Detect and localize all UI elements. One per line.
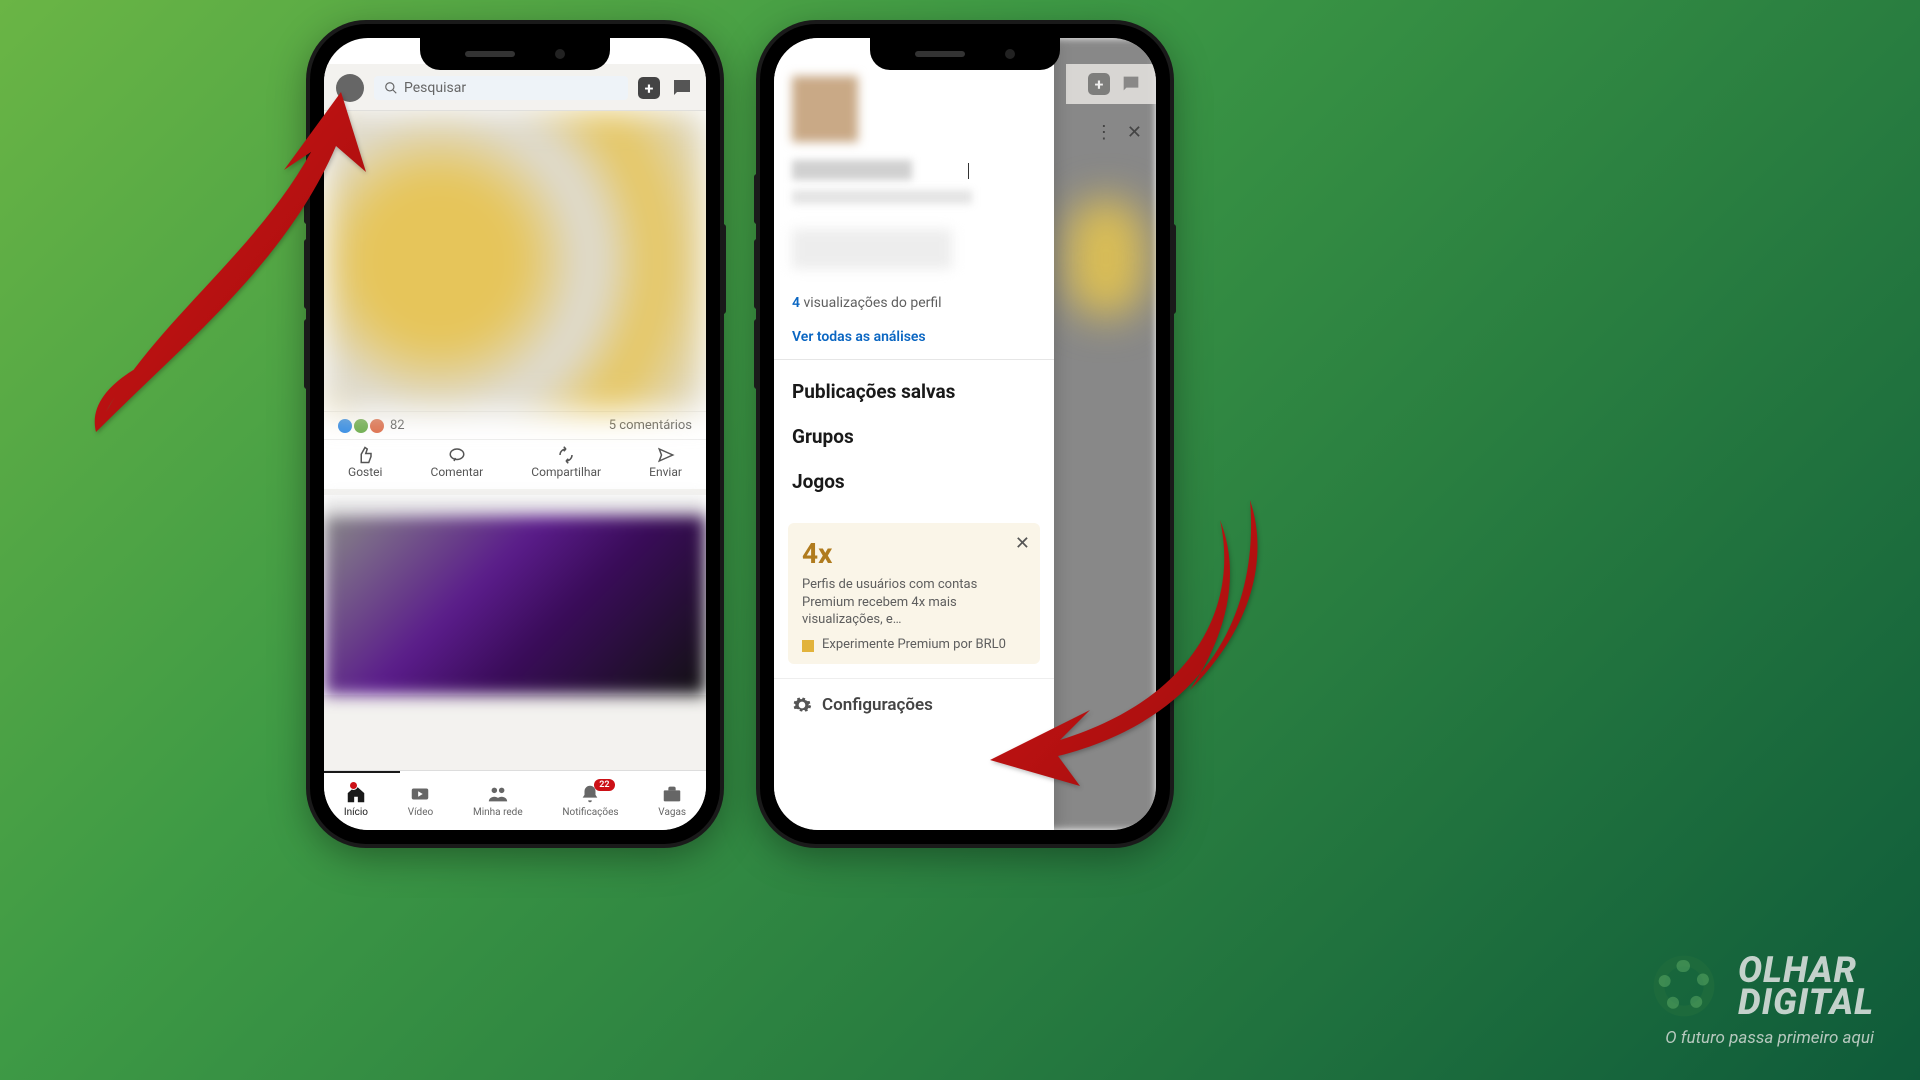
create-post-button-dimmed: +	[1088, 73, 1110, 95]
annotation-arrow-right	[940, 480, 1280, 804]
share-button[interactable]: Compartilhar	[531, 446, 601, 479]
premium-chip-icon	[802, 640, 814, 652]
logo-text-line2: DIGITAL	[1738, 986, 1874, 1018]
logo-ring-icon	[1646, 948, 1722, 1024]
profile-avatar-blurred	[792, 76, 858, 142]
notification-dot	[349, 781, 358, 790]
send-label: Enviar	[649, 465, 682, 479]
nav-notif-label: Notificações	[562, 807, 618, 818]
nav-jobs[interactable]: Vagas	[658, 783, 686, 818]
volume-down	[754, 319, 760, 389]
network-icon	[487, 783, 509, 805]
power-button	[720, 224, 726, 314]
gear-icon	[792, 695, 812, 715]
views-label: visualizações do perfil	[800, 295, 942, 311]
notification-badge: 22	[594, 779, 614, 791]
text-cursor	[968, 163, 969, 179]
post-header-blurred	[324, 495, 706, 515]
search-input[interactable]: Pesquisar	[374, 76, 628, 100]
nav-home-label: Início	[344, 807, 368, 818]
share-icon	[557, 446, 575, 464]
chat-icon	[670, 76, 694, 100]
send-button[interactable]: Enviar	[649, 446, 682, 479]
comments-count[interactable]: 5 comentários	[609, 418, 692, 433]
messages-button[interactable]	[670, 76, 694, 100]
volume-up	[754, 239, 760, 309]
share-label: Compartilhar	[531, 465, 601, 479]
nav-video-label: Vídeo	[408, 807, 434, 818]
nav-home[interactable]: Início	[344, 783, 368, 818]
dimmed-toolbar: ⋮ ✕	[1066, 112, 1156, 152]
nav-video[interactable]: Vídeo	[408, 783, 434, 818]
menu-groups[interactable]: Grupos	[792, 425, 1036, 448]
settings-label: Configurações	[822, 695, 933, 715]
close-icon[interactable]: ✕	[1127, 122, 1142, 143]
briefcase-icon	[661, 783, 683, 805]
comment-button[interactable]: Comentar	[431, 446, 484, 479]
nav-network[interactable]: Minha rede	[473, 783, 523, 818]
phone-notch	[420, 38, 610, 70]
profile-stats: 4 visualizações do perfil Ver todas as a…	[774, 285, 1054, 360]
views-count: 4	[792, 295, 800, 311]
nav-jobs-label: Vagas	[658, 807, 686, 818]
feed-post[interactable]	[324, 495, 706, 695]
logo-tagline: O futuro passa primeiro aqui	[1665, 1028, 1874, 1048]
nav-network-label: Minha rede	[473, 807, 523, 818]
dimmed-header: +	[1066, 64, 1156, 104]
phone-notch	[870, 38, 1060, 70]
create-post-button[interactable]: +	[638, 77, 660, 99]
comment-label: Comentar	[431, 465, 484, 479]
profile-views-link[interactable]: 4 visualizações do perfil	[792, 295, 1036, 311]
more-icon: ⋮	[1095, 122, 1113, 143]
dimmed-content-blur	[1066, 198, 1146, 318]
profile-name-blurred	[792, 160, 912, 180]
send-icon	[657, 446, 675, 464]
annotation-arrow-left	[76, 92, 396, 476]
profile-subline-blurred	[792, 229, 952, 269]
mute-switch	[754, 174, 760, 224]
chat-icon-dimmed	[1120, 73, 1142, 95]
post-image-blurred	[324, 515, 706, 695]
profile-section-blurred[interactable]	[774, 76, 1054, 285]
power-button	[1170, 224, 1176, 314]
profile-headline-blurred	[792, 190, 972, 204]
menu-saved-posts[interactable]: Publicações salvas	[792, 380, 1036, 403]
comment-icon	[448, 446, 466, 464]
view-analytics-link[interactable]: Ver todas as análises	[792, 329, 1036, 345]
search-placeholder: Pesquisar	[404, 80, 466, 96]
nav-notifications[interactable]: 22 Notificações	[562, 783, 618, 818]
watermark-logo: OLHAR DIGITAL O futuro passa primeiro aq…	[1646, 948, 1874, 1048]
active-tab-indicator	[324, 771, 400, 773]
video-icon	[409, 783, 431, 805]
bottom-nav: Início Vídeo Minha rede 22 Notificações …	[324, 770, 706, 830]
